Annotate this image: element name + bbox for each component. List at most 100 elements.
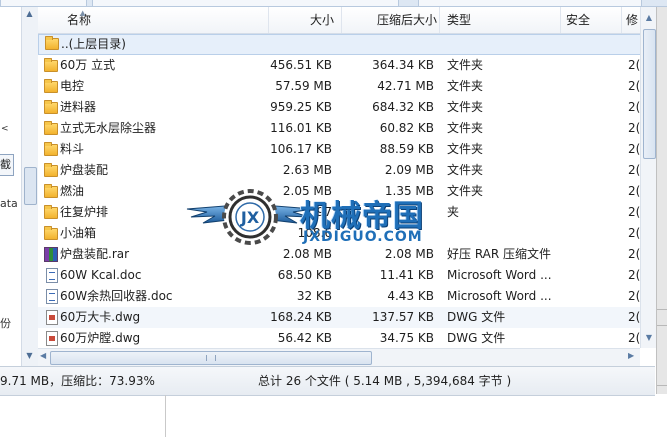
file-name: 60万 立式 (60, 58, 116, 72)
scroll-down-icon[interactable]: ▼ (644, 333, 654, 342)
file-compressed-size: 88.59 KB (379, 142, 434, 156)
file-modified: 2( (628, 310, 640, 324)
file-type: Microsoft Word ... (447, 268, 552, 282)
file-modified: 2( (628, 121, 640, 135)
gear-wings-icon: JX (186, 189, 314, 245)
folder-icon (44, 79, 58, 93)
scroll-left-icon[interactable]: ◀ (40, 351, 46, 360)
file-type: Microsoft Word ... (447, 289, 552, 303)
file-modified: 2( (628, 331, 640, 345)
grip-icon (206, 355, 216, 361)
file-row[interactable]: 进料器 959.25 KB 684.32 KB 文件夹 2( (38, 97, 640, 118)
file-compressed-size: 4.43 KB (387, 289, 434, 303)
column-size[interactable]: 大小 (269, 7, 342, 33)
file-modified: 2( (628, 205, 640, 219)
scroll-up-icon[interactable]: ▲ (644, 13, 654, 22)
file-modified: 2( (628, 58, 640, 72)
column-size-label: 大小 (309, 13, 334, 27)
address-input[interactable] (92, 0, 399, 7)
column-security[interactable]: 安全 (561, 7, 622, 33)
file-size: 106.17 KB (270, 142, 332, 156)
archive-icon (44, 247, 58, 262)
file-size: 68.50 KB (277, 268, 332, 282)
status-selection: 9.71 MB，压缩比：73.93% (0, 374, 155, 388)
file-name: 料斗 (60, 142, 85, 156)
back-button[interactable] (0, 0, 87, 7)
tree-item-label: 截 (0, 158, 11, 171)
tree-item[interactable]: 截 (0, 154, 14, 176)
address-bar-strip (0, 0, 667, 7)
word-document-icon (46, 289, 58, 304)
scroll-up-icon[interactable]: ▲ (24, 8, 35, 20)
list-horizontal-thumb[interactable] (50, 351, 372, 365)
folder-icon (44, 205, 58, 219)
file-row[interactable]: 炉盘装配 2.63 MB 2.09 MB 文件夹 2( (38, 160, 640, 181)
list-horizontal-scrollbar[interactable]: ◀ ▶ (38, 348, 640, 366)
file-row[interactable]: 60W Kcal.doc 68.50 KB 11.41 KB Microsoft Wo… (38, 265, 640, 286)
column-type[interactable]: 类型 (440, 7, 561, 33)
status-bar: 9.71 MB，压缩比：73.93% 总计 26 个文件 ( 5.14 MB ,… (0, 366, 655, 396)
watermark-emblem-text: JX (240, 208, 260, 227)
tree-item-label[interactable]: ata (0, 197, 18, 210)
file-size: 959.25 KB (270, 100, 332, 114)
tree-item-label[interactable]: 份 (0, 315, 11, 331)
column-header: ▲ 名称 大小 压缩后大小 类型 安全 修 (38, 7, 640, 34)
status-total: 总计 26 个文件 ( 5.14 MB , 5,394,684 字节 ) (258, 374, 512, 388)
folder-tree-panel: < 截 ata 份 ▲ ▼ (0, 7, 39, 367)
column-compressed-label: 压缩后大小 (376, 13, 437, 27)
sort-asc-icon: ▲ (80, 9, 86, 17)
folder-icon (44, 163, 58, 177)
file-compressed-size (373, 35, 435, 54)
file-row[interactable]: 立式无水层除尘器 116.01 KB 60.82 KB 文件夹 2( (38, 118, 640, 139)
file-row[interactable]: 60万 立式 456.51 KB 364.34 KB 文件夹 2( (38, 55, 640, 76)
file-compressed-size: 2.09 MB (384, 163, 434, 177)
file-modified (629, 35, 640, 54)
file-size: 456.51 KB (270, 58, 332, 72)
folder-icon (44, 142, 58, 156)
list-vertical-scrollbar[interactable]: ▲ ▼ (640, 7, 657, 348)
file-type (448, 35, 558, 54)
file-modified: 2( (628, 100, 640, 114)
list-vertical-thumb[interactable] (643, 29, 656, 159)
tree-scroll-thumb[interactable] (24, 167, 37, 205)
file-row[interactable]: 60万大卡.dwg 168.24 KB 137.57 KB DWG 文件 2( (38, 307, 640, 328)
file-name: 炉盘装配 (60, 163, 109, 177)
dwg-file-icon (46, 310, 58, 325)
file-compressed-size: 137.57 KB (372, 310, 434, 324)
tree-marker: < (1, 124, 9, 134)
file-type: 文件夹 (447, 121, 484, 135)
folder-icon (45, 36, 59, 50)
file-modified: 2( (628, 268, 640, 282)
file-name: 电控 (60, 79, 85, 93)
folder-icon (44, 58, 58, 72)
file-compressed-size: 684.32 KB (372, 100, 434, 114)
file-row[interactable]: 60W余热回收器.doc 32 KB 4.43 KB Microsoft Word .… (38, 286, 640, 307)
file-size: 2.63 MB (282, 163, 332, 177)
column-name[interactable]: ▲ 名称 (38, 7, 269, 33)
file-name: 60W Kcal.doc (60, 268, 142, 282)
file-size: 56.42 KB (277, 331, 332, 345)
word-document-icon (46, 268, 58, 283)
file-row[interactable]: ..(上层目录) (38, 34, 640, 55)
file-compressed-size: 34.75 KB (379, 331, 434, 345)
file-size: 57.59 MB (275, 79, 332, 93)
column-modified[interactable]: 修 (622, 7, 640, 33)
background-divider (165, 395, 166, 437)
file-list: ▲ 名称 大小 压缩后大小 类型 安全 修 ..(上层目录) 60万 立式 456.… (38, 7, 640, 348)
tree-scrollbar[interactable]: ▲ ▼ (21, 7, 38, 367)
file-row[interactable]: 料斗 106.17 KB 88.59 KB 文件夹 2( (38, 139, 640, 160)
scroll-right-icon[interactable]: ▶ (628, 351, 634, 360)
folder-icon (44, 184, 58, 198)
folder-icon (44, 226, 58, 240)
column-security-label: 安全 (566, 13, 591, 27)
scroll-down-icon[interactable]: ▼ (24, 350, 35, 362)
search-input[interactable] (418, 0, 642, 7)
watermark-subtitle: JXDIGUO.COM (303, 229, 423, 245)
file-row[interactable]: 60万炉膛.dwg 56.42 KB 34.75 KB DWG 文件 2( (38, 328, 640, 348)
file-row[interactable]: 电控 57.59 MB 42.71 MB 文件夹 2( (38, 76, 640, 97)
file-compressed-size: 60.82 KB (379, 121, 434, 135)
file-modified: 2( (628, 163, 640, 177)
column-compressed[interactable]: 压缩后大小 (342, 7, 440, 33)
file-modified: 2( (628, 289, 640, 303)
file-name: 60W余热回收器.doc (60, 289, 173, 303)
